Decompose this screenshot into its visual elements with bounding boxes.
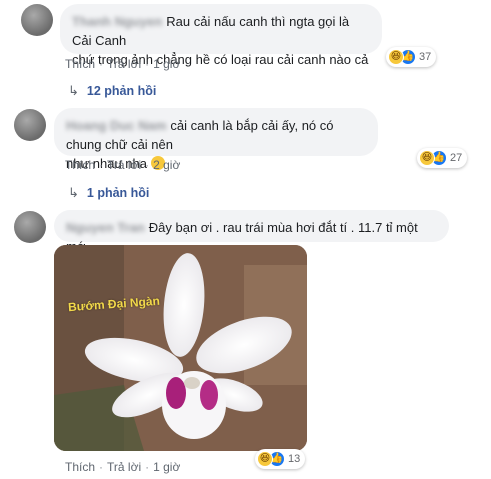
avatar[interactable]	[14, 109, 46, 141]
reaction-count: 27	[450, 152, 463, 164]
reaction-count: 37	[419, 51, 432, 63]
reply-arrow-icon: ↳	[68, 83, 79, 98]
timestamp[interactable]: 1 giờ	[153, 57, 180, 71]
comment-bubble: Hoang Duc Nam cải canh là bắp cải ấy, nó …	[54, 108, 378, 171]
reaction-summary[interactable]: 😆 👍 13	[255, 449, 306, 469]
like-link[interactable]: Thích	[65, 57, 95, 71]
reply-arrow-icon: ↳	[68, 185, 79, 200]
view-replies-link[interactable]: ↳ 1 phản hồi	[68, 185, 149, 201]
haha-reaction-icon: 😆	[419, 150, 435, 166]
reaction-summary[interactable]: 😆 👍 37	[386, 47, 437, 67]
view-replies-link[interactable]: ↳ 12 phản hồi	[68, 83, 156, 99]
comment-bubble: Thanh Nguyen Rau cải nấu canh thì ngta gọ…	[60, 4, 382, 67]
replies-count[interactable]: 12 phản hồi	[87, 84, 156, 98]
reaction-count: 13	[288, 453, 301, 465]
avatar[interactable]	[14, 211, 46, 243]
reply-link[interactable]: Trả lời	[107, 460, 141, 474]
timestamp[interactable]: 1 giờ	[153, 460, 180, 474]
comment-bubble: Nguyen Tran Đây bạn ơi . rau trái mùa hơi…	[54, 210, 449, 254]
comment-actions: Thích · Trả lời · 1 giờ	[65, 57, 181, 71]
reaction-summary[interactable]: 😆 👍 27	[417, 148, 468, 168]
like-link[interactable]: Thích	[65, 460, 95, 474]
comment-actions: Thích · Trả lời · 2 giờ	[65, 158, 181, 172]
haha-reaction-icon: 😆	[257, 451, 273, 467]
comment-author[interactable]: Nguyen Tran	[66, 218, 145, 237]
timestamp[interactable]: 2 giờ	[153, 158, 180, 172]
comment-author[interactable]: Hoang Duc Nam	[66, 116, 166, 135]
comment-photo[interactable]: Bướm Đại Ngàn	[54, 245, 307, 451]
comment-author[interactable]: Thanh Nguyen	[72, 12, 162, 31]
haha-reaction-icon: 😆	[388, 49, 404, 65]
comment-actions: Thích · Trả lời · 1 giờ	[65, 460, 181, 474]
reply-link[interactable]: Trả lời	[107, 158, 141, 172]
avatar[interactable]	[21, 4, 53, 36]
reply-link[interactable]: Trả lời	[107, 57, 141, 71]
replies-count[interactable]: 1 phản hồi	[87, 186, 150, 200]
orchid-photo	[54, 245, 307, 451]
like-link[interactable]: Thích	[65, 158, 95, 172]
